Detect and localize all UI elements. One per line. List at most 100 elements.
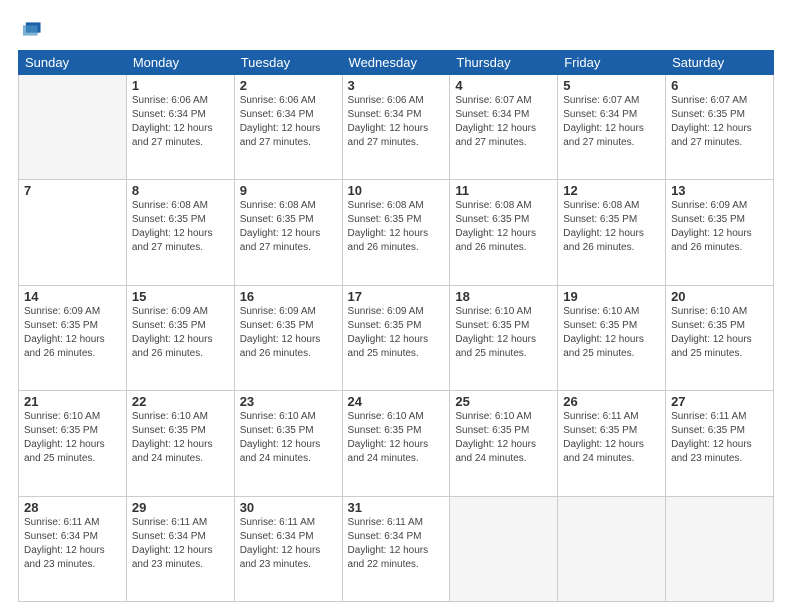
day-number: 14	[24, 289, 121, 304]
day-info: Sunrise: 6:06 AMSunset: 6:34 PMDaylight:…	[348, 94, 445, 150]
header-row: SundayMondayTuesdayWednesdayThursdayFrid…	[19, 51, 774, 75]
day-cell: 10Sunrise: 6:08 AMSunset: 6:35 PMDayligh…	[342, 180, 450, 285]
day-cell: 14Sunrise: 6:09 AMSunset: 6:35 PMDayligh…	[19, 285, 127, 390]
day-cell: 9Sunrise: 6:08 AMSunset: 6:35 PMDaylight…	[234, 180, 342, 285]
day-cell: 16Sunrise: 6:09 AMSunset: 6:35 PMDayligh…	[234, 285, 342, 390]
week-row-1: 1Sunrise: 6:06 AMSunset: 6:34 PMDaylight…	[19, 75, 774, 180]
week-row-5: 28 Sunrise: 6:11 AMSunset: 6:34 PMDayligh…	[19, 496, 774, 601]
day-cell: 26Sunrise: 6:11 AMSunset: 6:35 PMDayligh…	[558, 391, 666, 496]
header-cell-sunday: Sunday	[19, 51, 127, 75]
day-cell: 6Sunrise: 6:07 AMSunset: 6:35 PMDaylight…	[666, 75, 774, 180]
day-cell: 1Sunrise: 6:06 AMSunset: 6:34 PMDaylight…	[126, 75, 234, 180]
day-number: 20	[671, 289, 768, 304]
logo	[18, 18, 42, 40]
day-info: Sunrise: 6:10 AMSunset: 6:35 PMDaylight:…	[563, 305, 660, 361]
day-number: 29	[132, 500, 229, 515]
day-info: Sunrise: 6:08 AMSunset: 6:35 PMDaylight:…	[240, 199, 337, 255]
day-info: Sunrise: 6:10 AMSunset: 6:35 PMDaylight:…	[455, 410, 552, 466]
day-cell	[450, 496, 558, 601]
day-number: 23	[240, 394, 337, 409]
day-cell	[19, 75, 127, 180]
day-number: 8	[132, 183, 229, 198]
day-cell: 13Sunrise: 6:09 AMSunset: 6:35 PMDayligh…	[666, 180, 774, 285]
day-info: Sunrise: 6:08 AMSunset: 6:35 PMDaylight:…	[132, 199, 229, 255]
header-cell-wednesday: Wednesday	[342, 51, 450, 75]
day-cell: 31Sunrise: 6:11 AMSunset: 6:34 PMDayligh…	[342, 496, 450, 601]
day-info: Sunrise: 6:10 AMSunset: 6:35 PMDaylight:…	[24, 410, 121, 466]
day-number: 27	[671, 394, 768, 409]
day-info: Sunrise: 6:10 AMSunset: 6:35 PMDaylight:…	[132, 410, 229, 466]
day-cell: 7	[19, 180, 127, 285]
day-number: 4	[455, 78, 552, 93]
day-number: 31	[348, 500, 445, 515]
day-info: Sunrise: 6:06 AMSunset: 6:34 PMDaylight:…	[132, 94, 229, 150]
day-cell	[666, 496, 774, 601]
day-info: Sunrise: 6:10 AMSunset: 6:35 PMDaylight:…	[348, 410, 445, 466]
week-row-4: 21Sunrise: 6:10 AMSunset: 6:35 PMDayligh…	[19, 391, 774, 496]
day-info: Sunrise: 6:11 AMSunset: 6:34 PMDaylight:…	[348, 516, 445, 572]
day-cell: 18Sunrise: 6:10 AMSunset: 6:35 PMDayligh…	[450, 285, 558, 390]
day-info: Sunrise: 6:07 AMSunset: 6:34 PMDaylight:…	[563, 94, 660, 150]
day-info: Sunrise: 6:09 AMSunset: 6:35 PMDaylight:…	[24, 305, 121, 361]
day-number: 26	[563, 394, 660, 409]
header-cell-tuesday: Tuesday	[234, 51, 342, 75]
day-number: 10	[348, 183, 445, 198]
day-info: Sunrise: 6:06 AMSunset: 6:34 PMDaylight:…	[240, 94, 337, 150]
day-number: 7	[24, 183, 121, 198]
day-cell: 19Sunrise: 6:10 AMSunset: 6:35 PMDayligh…	[558, 285, 666, 390]
page: SundayMondayTuesdayWednesdayThursdayFrid…	[0, 0, 792, 612]
day-number: 28	[24, 500, 121, 515]
day-cell: 25Sunrise: 6:10 AMSunset: 6:35 PMDayligh…	[450, 391, 558, 496]
day-cell: 27Sunrise: 6:11 AMSunset: 6:35 PMDayligh…	[666, 391, 774, 496]
day-info: Sunrise: 6:09 AMSunset: 6:35 PMDaylight:…	[348, 305, 445, 361]
header-cell-friday: Friday	[558, 51, 666, 75]
week-row-3: 14Sunrise: 6:09 AMSunset: 6:35 PMDayligh…	[19, 285, 774, 390]
day-cell: 21Sunrise: 6:10 AMSunset: 6:35 PMDayligh…	[19, 391, 127, 496]
day-cell: 2Sunrise: 6:06 AMSunset: 6:34 PMDaylight…	[234, 75, 342, 180]
day-cell: 28Sunrise: 6:11 AMSunset: 6:34 PMDayligh…	[19, 496, 127, 601]
day-number: 9	[240, 183, 337, 198]
day-number: 15	[132, 289, 229, 304]
day-number: 22	[132, 394, 229, 409]
header	[18, 18, 774, 40]
day-number: 3	[348, 78, 445, 93]
header-cell-saturday: Saturday	[666, 51, 774, 75]
day-cell: 11Sunrise: 6:08 AMSunset: 6:35 PMDayligh…	[450, 180, 558, 285]
day-info: Sunrise: 6:11 AMSunset: 6:34 PMDaylight:…	[132, 516, 229, 572]
day-cell	[558, 496, 666, 601]
day-number: 18	[455, 289, 552, 304]
day-info: Sunrise: 6:11 AMSunset: 6:35 PMDaylight:…	[563, 410, 660, 466]
day-number: 25	[455, 394, 552, 409]
day-info: Sunrise: 6:10 AMSunset: 6:35 PMDaylight:…	[671, 305, 768, 361]
day-info: Sunrise: 6:10 AMSunset: 6:35 PMDaylight:…	[455, 305, 552, 361]
day-number: 6	[671, 78, 768, 93]
day-info: Sunrise: 6:08 AMSunset: 6:35 PMDaylight:…	[348, 199, 445, 255]
day-number: 16	[240, 289, 337, 304]
day-number: 19	[563, 289, 660, 304]
header-cell-thursday: Thursday	[450, 51, 558, 75]
day-number: 17	[348, 289, 445, 304]
day-number: 5	[563, 78, 660, 93]
logo-icon	[20, 18, 42, 40]
day-info: Sunrise: 6:10 AMSunset: 6:35 PMDaylight:…	[240, 410, 337, 466]
calendar-table: SundayMondayTuesdayWednesdayThursdayFrid…	[18, 50, 774, 602]
day-number: 12	[563, 183, 660, 198]
day-info: Sunrise: 6:09 AMSunset: 6:35 PMDaylight:…	[132, 305, 229, 361]
day-info: Sunrise: 6:07 AMSunset: 6:34 PMDaylight:…	[455, 94, 552, 150]
day-cell: 30Sunrise: 6:11 AMSunset: 6:34 PMDayligh…	[234, 496, 342, 601]
day-number: 30	[240, 500, 337, 515]
day-cell: 23Sunrise: 6:10 AMSunset: 6:35 PMDayligh…	[234, 391, 342, 496]
day-cell: 5Sunrise: 6:07 AMSunset: 6:34 PMDaylight…	[558, 75, 666, 180]
day-cell: 8Sunrise: 6:08 AMSunset: 6:35 PMDaylight…	[126, 180, 234, 285]
day-number: 1	[132, 78, 229, 93]
day-info: Sunrise: 6:08 AMSunset: 6:35 PMDaylight:…	[563, 199, 660, 255]
day-number: 13	[671, 183, 768, 198]
day-cell: 17Sunrise: 6:09 AMSunset: 6:35 PMDayligh…	[342, 285, 450, 390]
day-info: Sunrise: 6:09 AMSunset: 6:35 PMDaylight:…	[240, 305, 337, 361]
day-number: 11	[455, 183, 552, 198]
day-cell: 24Sunrise: 6:10 AMSunset: 6:35 PMDayligh…	[342, 391, 450, 496]
day-info: Sunrise: 6:11 AMSunset: 6:35 PMDaylight:…	[671, 410, 768, 466]
day-cell: 12Sunrise: 6:08 AMSunset: 6:35 PMDayligh…	[558, 180, 666, 285]
day-cell: 22Sunrise: 6:10 AMSunset: 6:35 PMDayligh…	[126, 391, 234, 496]
day-cell: 15Sunrise: 6:09 AMSunset: 6:35 PMDayligh…	[126, 285, 234, 390]
